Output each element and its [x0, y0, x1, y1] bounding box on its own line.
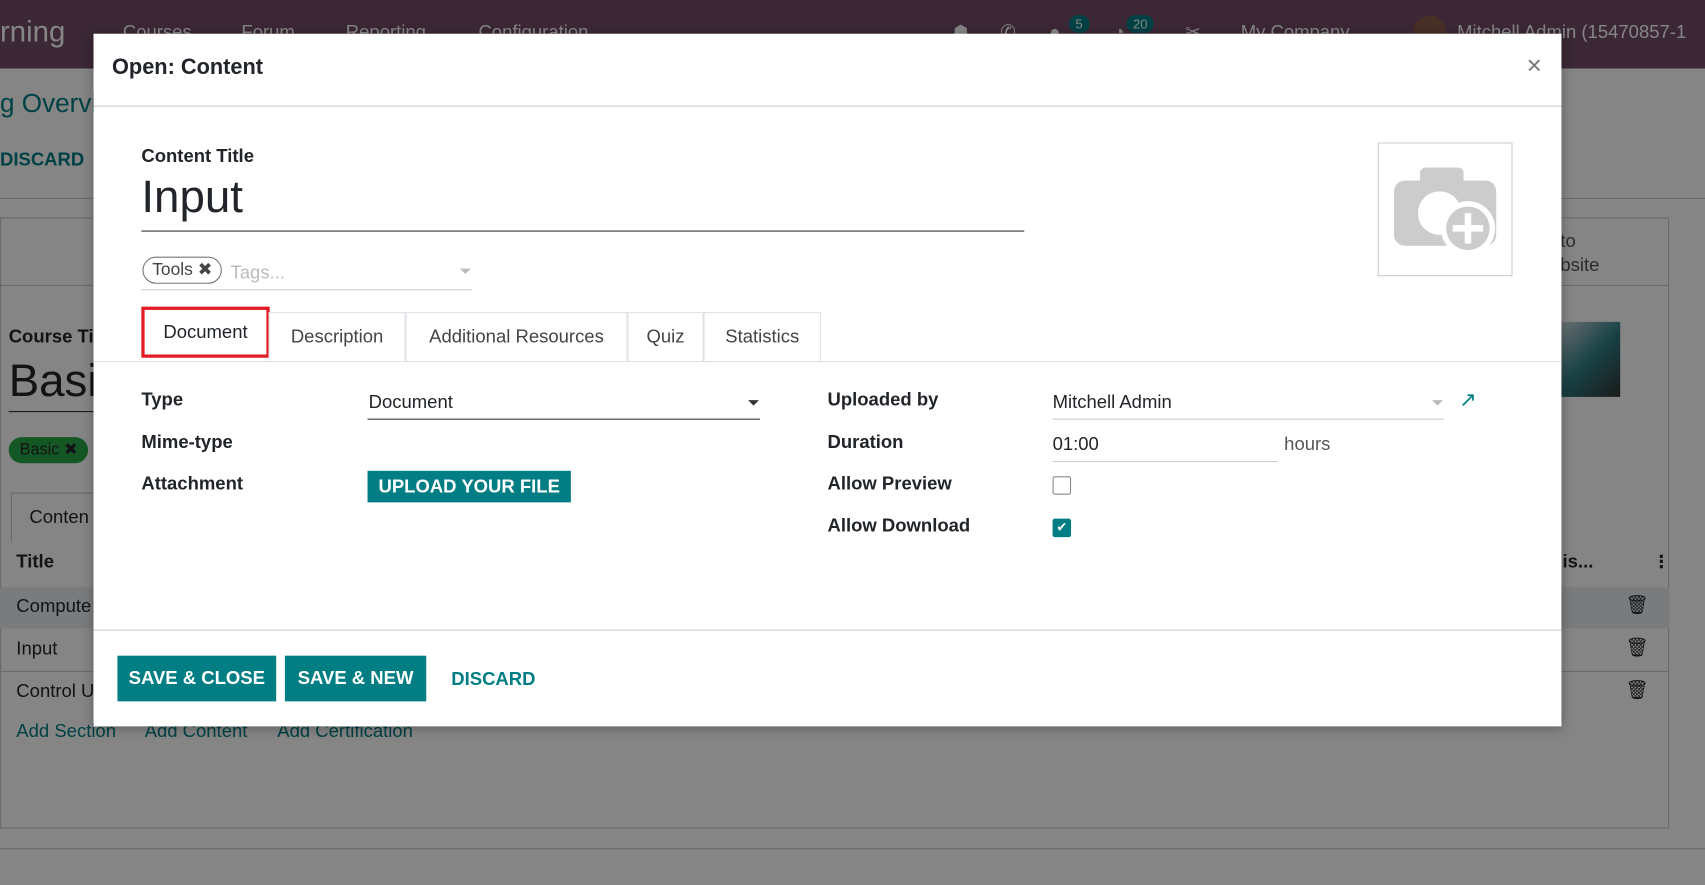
tags-underline — [141, 289, 472, 291]
title-underline — [141, 230, 1025, 232]
discard-button[interactable]: DISCARD — [451, 669, 535, 691]
allow-preview-label: Allow Preview — [827, 473, 952, 494]
tab-additional-resources[interactable]: Additional Resources — [405, 312, 628, 362]
uploaded-by-underline — [1052, 418, 1445, 420]
upload-file-button[interactable]: UPLOAD YOUR FILE — [367, 470, 571, 503]
allow-download-label: Allow Download — [827, 515, 971, 537]
tab-document[interactable]: Document — [141, 306, 270, 358]
duration-label: Duration — [827, 431, 904, 453]
tab-statistics[interactable]: Statistics — [703, 312, 821, 362]
chevron-down-icon[interactable] — [1432, 400, 1443, 406]
tag-label: Tools — [152, 260, 193, 280]
tag-tools: Tools ✖ — [142, 256, 223, 284]
type-select[interactable]: Document — [369, 391, 453, 413]
dialog-title: Open: Content — [111, 55, 264, 80]
external-link-icon[interactable]: ↗ — [1459, 388, 1476, 413]
mime-type-label: Mime-type — [141, 431, 233, 453]
camera-plus-icon — [1394, 167, 1497, 256]
uploaded-by-label: Uploaded by — [827, 389, 939, 410]
divider — [93, 105, 1562, 107]
duration-underline — [1052, 461, 1278, 463]
content-title-input[interactable]: Input — [141, 171, 243, 223]
duration-unit: hours — [1284, 433, 1331, 455]
remove-tag-icon[interactable]: ✖ — [198, 261, 213, 279]
tags-input[interactable]: Tags... — [231, 262, 285, 284]
save-new-button[interactable]: SAVE & NEW — [284, 655, 427, 702]
save-close-button[interactable]: SAVE & CLOSE — [117, 655, 277, 702]
chevron-down-icon[interactable] — [748, 400, 759, 406]
allow-download-checkbox[interactable]: ✔ — [1052, 518, 1072, 538]
duration-input[interactable]: 01:00 — [1053, 434, 1099, 456]
type-label: Type — [141, 389, 184, 410]
content-dialog: Open: Content × Content Title Input Tool… — [93, 33, 1562, 727]
attachment-label: Attachment — [141, 473, 244, 494]
allow-preview-checkbox[interactable] — [1052, 476, 1072, 495]
type-underline — [367, 418, 761, 420]
close-icon[interactable]: × — [1527, 51, 1542, 81]
uploaded-by-select[interactable]: Mitchell Admin — [1053, 391, 1172, 413]
content-title-label: Content Title — [141, 145, 254, 167]
tabs-divider — [93, 361, 1562, 363]
footer-divider — [93, 629, 1562, 631]
chevron-down-icon[interactable] — [459, 268, 471, 275]
tab-description[interactable]: Description — [268, 312, 406, 362]
tab-quiz[interactable]: Quiz — [627, 312, 704, 362]
image-upload[interactable] — [1377, 142, 1513, 277]
